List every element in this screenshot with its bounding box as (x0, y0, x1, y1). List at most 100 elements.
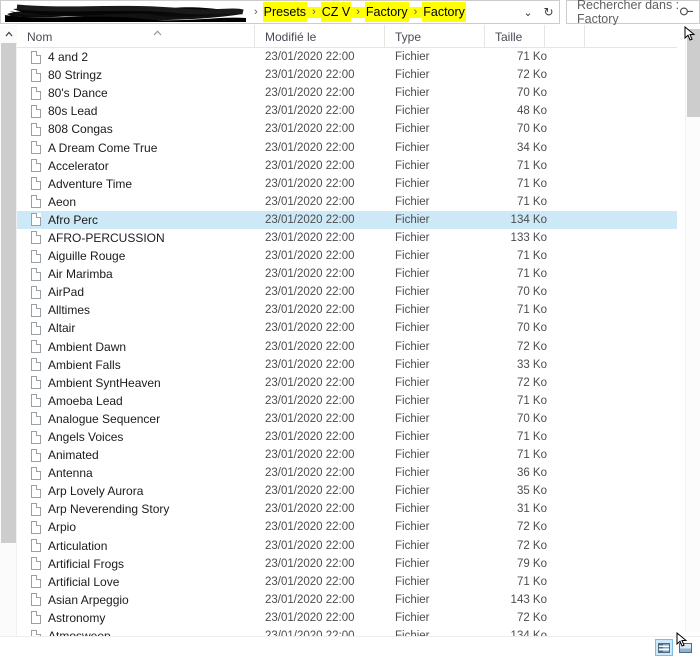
file-name-cell: Alltimes (31, 303, 90, 317)
file-type-cell: Fichier (395, 123, 430, 136)
file-type-cell: Fichier (395, 503, 430, 516)
file-modified-cell: 23/01/2020 22:00 (265, 557, 355, 570)
file-size-cell: 72 Ko (516, 521, 547, 534)
table-row[interactable]: Alltimes 23/01/2020 22:00 Fichier 71 Ko (17, 301, 677, 319)
file-modified-cell: 23/01/2020 22:00 (265, 539, 355, 552)
file-name-label: Arp Lovely Aurora (48, 484, 144, 499)
file-size-cell: 48 Ko (516, 105, 547, 118)
file-name-cell: Asian Arpeggio (31, 593, 129, 607)
file-explorer-window: › Presets › CZ V › Factory › Factory ⌄ ↻… (0, 0, 700, 658)
file-size-cell: 71 Ko (516, 431, 547, 444)
file-modified-cell: 23/01/2020 22:00 (265, 250, 355, 263)
file-modified-cell: 23/01/2020 22:00 (265, 177, 355, 190)
file-name-label: Analogue Sequencer (48, 411, 161, 426)
column-header-type[interactable]: Type (385, 25, 485, 48)
scroll-up-icon[interactable] (0, 25, 17, 42)
file-type-cell: Fichier (395, 340, 430, 353)
file-icon (31, 122, 41, 136)
right-scrollbar-thumb[interactable] (687, 29, 700, 117)
right-scrollbar[interactable] (685, 25, 700, 632)
file-name-cell: Arp Lovely Aurora (31, 484, 143, 498)
table-row[interactable]: Analogue Sequencer 23/01/2020 22:00 Fichie… (17, 410, 677, 428)
refresh-icon[interactable]: ↻ (538, 0, 560, 24)
table-row[interactable]: Animated 23/01/2020 22:00 Fichier 71 Ko (17, 446, 677, 464)
file-name-cell: AFRO-PERCUSSION (31, 231, 165, 245)
address-path-box[interactable]: › Presets › CZ V › Factory › Factory (0, 0, 518, 24)
file-type-cell: Fichier (395, 593, 430, 606)
table-row[interactable]: 80's Dance 23/01/2020 22:00 Fichier 70 Ko (17, 84, 677, 102)
column-header-name[interactable]: Nom (17, 25, 255, 48)
column-header-spacer[interactable] (545, 25, 585, 48)
file-size-cell: 70 Ko (516, 286, 547, 299)
breadcrumb-separator-2[interactable]: › (351, 6, 365, 18)
column-header-size-label: Taille (495, 29, 523, 44)
table-row[interactable]: Ambient Dawn 23/01/2020 22:00 Fichier 72 Ko (17, 338, 677, 356)
column-header-modified[interactable]: Modifié le (255, 25, 385, 48)
file-size-cell: 72 Ko (516, 69, 547, 82)
file-size-cell: 72 Ko (516, 340, 547, 353)
table-row[interactable]: Altair 23/01/2020 22:00 Fichier 70 Ko (17, 319, 677, 337)
file-icon (31, 502, 41, 516)
file-name-cell: Altair (31, 321, 75, 335)
chevron-down-icon[interactable]: ⌄ (518, 0, 538, 24)
table-row[interactable]: Angels Voices 23/01/2020 22:00 Fichier 71 K… (17, 428, 677, 446)
file-size-cell: 71 Ko (516, 195, 547, 208)
file-modified-cell: 23/01/2020 22:00 (265, 503, 355, 516)
file-name-cell: 80's Dance (31, 86, 108, 100)
left-scrollbar[interactable] (0, 25, 17, 658)
breadcrumb-separator-1[interactable]: › (307, 6, 321, 18)
table-row[interactable]: Aiguille Rouge 23/01/2020 22:00 Fichier 71 … (17, 247, 677, 265)
column-header-size[interactable]: Taille (485, 25, 545, 48)
file-name-label: Artificial Love (48, 574, 120, 589)
table-row[interactable]: Amoeba Lead 23/01/2020 22:00 Fichier 71 Ko (17, 392, 677, 410)
table-row[interactable]: Accelerator 23/01/2020 22:00 Fichier 71 Ko (17, 157, 677, 175)
table-row[interactable]: Asian Arpeggio 23/01/2020 22:00 Fichier 143… (17, 591, 677, 609)
file-modified-cell: 23/01/2020 22:00 (265, 358, 355, 371)
table-row[interactable]: Artificial Love 23/01/2020 22:00 Fichier 71… (17, 573, 677, 591)
table-row[interactable]: Articulation 23/01/2020 22:00 Fichier 72 Ko (17, 537, 677, 555)
table-row[interactable]: AFRO-PERCUSSION 23/01/2020 22:00 Fichier 13… (17, 229, 677, 247)
table-row[interactable]: Afro Perc 23/01/2020 22:00 Fichier 134 Ko (17, 210, 677, 229)
file-type-cell: Fichier (395, 394, 430, 407)
table-row[interactable]: Aeon 23/01/2020 22:00 Fichier 71 Ko (17, 193, 677, 211)
breadcrumb-item-factory-current[interactable]: Factory (422, 2, 466, 22)
table-row[interactable]: 808 Congas 23/01/2020 22:00 Fichier 70 Ko (17, 120, 677, 138)
file-modified-cell: 23/01/2020 22:00 (265, 376, 355, 389)
table-row[interactable]: Artificial Frogs 23/01/2020 22:00 Fichier 7… (17, 555, 677, 573)
large-icons-view-button[interactable] (676, 639, 694, 656)
search-input[interactable]: Rechercher dans : Factory (566, 0, 700, 26)
table-row[interactable]: 80s Lead 23/01/2020 22:00 Fichier 48 Ko (17, 102, 677, 120)
file-name-label: Arp Neverending Story (48, 502, 170, 517)
details-view-button[interactable] (655, 639, 673, 656)
breadcrumb-item-presets[interactable]: Presets (262, 2, 308, 22)
left-scrollbar-thumb[interactable] (1, 43, 16, 543)
table-row[interactable]: Arp Lovely Aurora 23/01/2020 22:00 Fichier… (17, 482, 677, 500)
file-name-cell: 4 and 2 (31, 50, 88, 64)
file-type-cell: Fichier (395, 195, 430, 208)
file-icon (31, 430, 41, 444)
breadcrumb-separator-3[interactable]: › (408, 6, 423, 18)
file-size-cell: 35 Ko (516, 485, 547, 498)
table-row[interactable]: Astronomy 23/01/2020 22:00 Fichier 72 Ko (17, 609, 677, 627)
file-size-cell: 33 Ko (516, 358, 547, 371)
view-mode-buttons (655, 639, 694, 656)
file-size-cell: 34 Ko (516, 141, 547, 154)
table-row[interactable]: Ambient Falls 23/01/2020 22:00 Fichier 33 K… (17, 356, 677, 374)
table-row[interactable]: AirPad 23/01/2020 22:00 Fichier 70 Ko (17, 283, 677, 301)
table-row[interactable]: 80 Stringz 23/01/2020 22:00 Fichier 72 Ko (17, 66, 677, 84)
breadcrumb-item-factory-parent[interactable]: Factory (364, 2, 409, 22)
table-row[interactable]: A Dream Come True 23/01/2020 22:00 Fichier… (17, 138, 677, 156)
table-row[interactable]: Ambient SyntHeaven 23/01/2020 22:00 Fichie… (17, 374, 677, 392)
file-list[interactable]: 4 and 2 23/01/2020 22:00 Fichier 71 Ko 80 St… (17, 48, 677, 648)
table-row[interactable]: Adventure Time 23/01/2020 22:00 Fichier 71 … (17, 175, 677, 193)
table-row[interactable]: 4 and 2 23/01/2020 22:00 Fichier 71 Ko (17, 48, 677, 66)
table-row[interactable]: Arp Neverending Story 23/01/2020 22:00 Fic… (17, 500, 677, 518)
file-size-cell: 134 Ko (510, 213, 547, 226)
table-row[interactable]: Antenna 23/01/2020 22:00 Fichier 36 Ko (17, 464, 677, 482)
file-name-cell: Astronomy (31, 611, 105, 625)
breadcrumb-item-cz-v[interactable]: CZ V (320, 2, 352, 22)
file-icon (31, 539, 41, 553)
file-type-cell: Fichier (395, 268, 430, 281)
table-row[interactable]: Air Marimba 23/01/2020 22:00 Fichier 71 Ko (17, 265, 677, 283)
table-row[interactable]: Arpio 23/01/2020 22:00 Fichier 72 Ko (17, 518, 677, 536)
